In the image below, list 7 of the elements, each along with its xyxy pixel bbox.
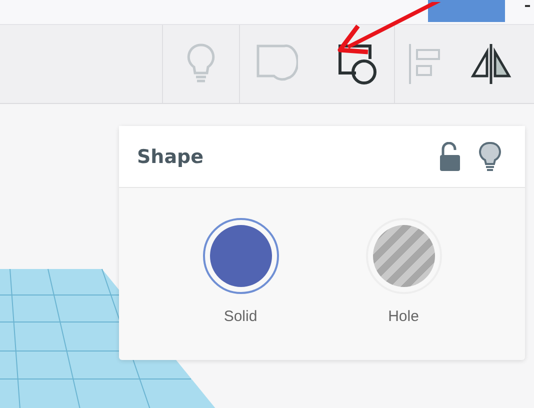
hole-option[interactable]: Hole (366, 218, 442, 325)
header-button[interactable] (428, 0, 505, 22)
solid-option[interactable]: Solid (202, 218, 278, 325)
minimize-icon[interactable] (525, 5, 530, 7)
panel-title: Shape (137, 146, 205, 168)
lightbulb-icon[interactable] (479, 140, 501, 172)
unlocked-padlock-icon[interactable] (439, 142, 461, 172)
